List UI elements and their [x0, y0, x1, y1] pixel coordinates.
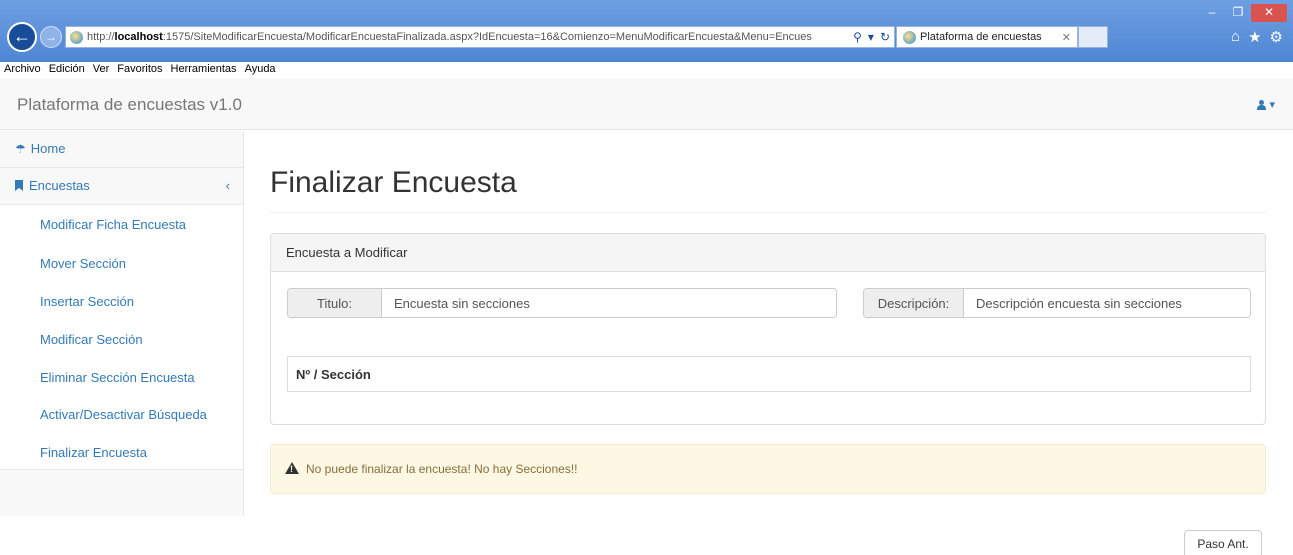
descripcion-label: Descripción: — [864, 289, 964, 317]
survey-panel: Encuesta a Modificar Titulo: Encuesta si… — [270, 233, 1266, 425]
sidebar-item-home[interactable]: ☂ Home — [0, 131, 243, 168]
browser-chrome: – ❐ ✕ ← → http://localhost:1575/SiteModi… — [0, 0, 1293, 62]
titulo-value: Encuesta sin secciones — [382, 289, 836, 317]
back-arrow-icon[interactable]: ← — [7, 22, 37, 52]
address-bar[interactable]: http://localhost:1575/SiteModificarEncue… — [65, 26, 895, 48]
titulo-label: Titulo: — [288, 289, 382, 317]
sidebar: ☂ Home Encuestas ‹ Modificar Ficha Encues… — [0, 131, 244, 516]
sidebar-item-encuestas[interactable]: Encuestas ‹ — [0, 168, 243, 205]
menu-herramientas[interactable]: Herramientas — [171, 62, 237, 76]
menu-ver[interactable]: Ver — [93, 62, 110, 76]
warning-alert: No puede finalizar la encuesta! No hay S… — [270, 444, 1266, 494]
forward-arrow-icon[interactable]: → — [40, 26, 62, 48]
panel-heading: Encuesta a Modificar — [271, 234, 1265, 272]
page-title: Finalizar Encuesta — [270, 166, 517, 199]
user-menu-button[interactable]: ▾ — [1257, 98, 1275, 111]
menu-ayuda[interactable]: Ayuda — [245, 62, 276, 76]
warning-icon — [285, 462, 299, 474]
restore-icon[interactable]: ❐ — [1225, 4, 1251, 22]
alert-text: No puede finalizar la encuesta! No hay S… — [306, 462, 578, 476]
refresh-icon[interactable]: ↻ — [880, 30, 890, 44]
home-icon[interactable]: ⌂ — [1231, 28, 1240, 46]
bookmark-icon — [15, 180, 23, 191]
menu-favoritos[interactable]: Favoritos — [117, 62, 162, 76]
sidebar-item-mover-seccion[interactable]: Mover Sección — [40, 256, 126, 271]
sidebar-item-label: Home — [30, 141, 66, 156]
new-tab-button[interactable] — [1078, 26, 1108, 48]
browser-tab[interactable]: Plataforma de encuestas ✕ — [896, 26, 1078, 48]
close-window-icon[interactable]: ✕ — [1251, 4, 1287, 22]
favorites-star-icon[interactable]: ★ — [1248, 28, 1261, 46]
sections-table-header: Nº / Sección — [287, 356, 1251, 392]
menu-archivo[interactable]: Archivo — [4, 62, 41, 76]
title-divider — [270, 212, 1266, 213]
page-favicon-icon — [70, 30, 83, 44]
chevron-left-icon[interactable]: ‹ — [226, 178, 230, 193]
brand-title[interactable]: Plataforma de encuestas v1.0 — [17, 95, 242, 115]
user-icon — [1257, 100, 1267, 111]
sidebar-item-modificar-seccion[interactable]: Modificar Sección — [40, 332, 143, 347]
sidebar-item-label: Encuestas — [29, 178, 90, 193]
search-icon[interactable]: ⚲ — [853, 30, 862, 44]
tab-favicon-icon — [903, 30, 916, 44]
browser-menubar: Archivo Edición Ver Favoritos Herramient… — [0, 62, 1293, 76]
sidebar-item-insertar-seccion[interactable]: Insertar Sección — [40, 294, 134, 309]
tab-title: Plataforma de encuestas — [920, 31, 1042, 43]
window-controls: – ❐ ✕ — [1199, 4, 1287, 22]
url-text: http://localhost:1575/SiteModificarEncue… — [87, 31, 812, 43]
titulo-field: Titulo: Encuesta sin secciones — [287, 288, 837, 318]
settings-gear-icon[interactable]: ⚙ — [1270, 28, 1283, 46]
sidebar-item-eliminar-seccion[interactable]: Eliminar Sección Encuesta — [40, 370, 195, 385]
caret-down-icon: ▾ — [1269, 99, 1275, 111]
minimize-icon[interactable]: – — [1199, 4, 1225, 22]
home-icon: ☂ — [15, 142, 26, 156]
sidebar-item-modificar-ficha[interactable]: Modificar Ficha Encuesta — [40, 217, 186, 232]
descripcion-value: Descripción encuesta sin secciones — [964, 289, 1250, 317]
dropdown-arrow-icon[interactable]: ▾ — [868, 30, 874, 44]
menu-edicion[interactable]: Edición — [49, 62, 85, 76]
sidebar-submenu: Modificar Ficha Encuesta Mover Sección I… — [0, 205, 243, 470]
app-navbar: Plataforma de encuestas v1.0 ▾ — [0, 78, 1293, 130]
previous-step-button[interactable]: Paso Ant. — [1184, 530, 1262, 555]
descripcion-field: Descripción: Descripción encuesta sin se… — [863, 288, 1251, 318]
tab-close-icon[interactable]: ✕ — [1062, 31, 1071, 44]
sidebar-item-finalizar-encuesta[interactable]: Finalizar Encuesta — [40, 445, 147, 460]
sidebar-item-activar-busqueda[interactable]: Activar/Desactivar Búsqueda — [40, 407, 207, 422]
